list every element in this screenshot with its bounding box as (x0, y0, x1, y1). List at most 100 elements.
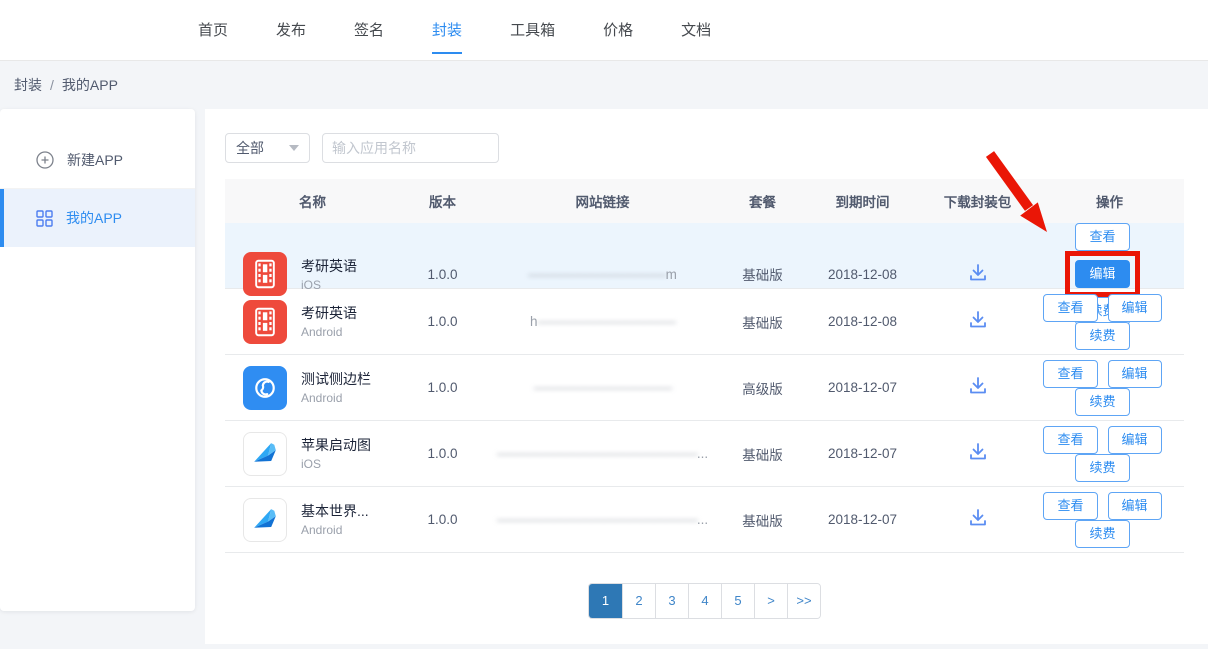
app-name-cell: 考研英语 Android (225, 300, 400, 344)
app-link-blurred: ————————————————... (485, 446, 720, 461)
last-page-button[interactable]: >> (787, 584, 820, 618)
app-version: 1.0.0 (400, 314, 485, 329)
download-icon[interactable] (967, 507, 989, 529)
breadcrumb: 封装 / 我的APP (0, 61, 1208, 109)
view-button[interactable]: 查看 (1043, 294, 1097, 322)
app-expiry-date: 2018-12-07 (805, 446, 920, 461)
col-header-package: 套餐 (720, 191, 805, 211)
edit-button[interactable]: 编辑 (1108, 492, 1162, 520)
search-input[interactable] (332, 140, 513, 156)
app-link-blurred: h——————————— (485, 314, 720, 329)
download-icon[interactable] (967, 375, 989, 397)
page-1-active[interactable]: 1 (589, 584, 622, 618)
view-button[interactable]: 查看 (1043, 492, 1097, 520)
app-version: 1.0.0 (400, 267, 485, 282)
chevron-down-icon (289, 145, 299, 151)
app-expiry-date: 2018-12-08 (805, 267, 920, 282)
nav-item-docs[interactable]: 文档 (681, 0, 711, 61)
download-icon[interactable] (967, 441, 989, 463)
view-button[interactable]: 查看 (1043, 426, 1097, 454)
app-platform: Android (301, 325, 357, 339)
app-package: 基础版 (720, 264, 805, 284)
app-package: 基础版 (720, 444, 805, 464)
app-link-blurred: ——————————— (485, 380, 720, 395)
col-header-actions: 操作 (1035, 191, 1184, 211)
renew-button[interactable]: 续费 (1075, 454, 1129, 482)
pagination: 1 2 3 4 5 > >> (588, 583, 821, 619)
app-title-block: 考研英语 iOS (301, 257, 357, 292)
sidebar-item-new-app[interactable]: 新建APP (0, 131, 195, 189)
download-cell (920, 441, 1035, 466)
app-name: 测试侧边栏 (301, 370, 371, 388)
download-icon[interactable] (967, 309, 989, 331)
nav-item-price[interactable]: 价格 (603, 0, 633, 61)
app-platform: Android (301, 391, 371, 405)
filter-select-value: 全部 (236, 138, 264, 158)
col-header-name: 名称 (225, 191, 400, 211)
edit-button[interactable]: 编辑 (1108, 294, 1162, 322)
edit-button-highlighted[interactable]: 编辑 (1075, 260, 1129, 288)
filter-select[interactable]: 全部 (225, 133, 310, 163)
app-name: 考研英语 (301, 304, 357, 322)
view-button[interactable]: 查看 (1043, 360, 1097, 388)
page-4[interactable]: 4 (688, 584, 721, 618)
pagination-wrap: 1 2 3 4 5 > >> (225, 583, 1184, 619)
app-platform: Android (301, 523, 369, 537)
col-header-version: 版本 (400, 191, 485, 211)
top-navbar: 首页 发布 签名 封装 工具箱 价格 文档 (0, 0, 1208, 61)
main-panel: 全部 名称 版本 网站链接 套餐 到期时间 下载封装包 操作 (205, 109, 1208, 644)
actions-cell: 查看编辑续费 (1035, 426, 1184, 482)
search-box (322, 133, 499, 163)
table-row: 苹果启动图 iOS 1.0.0 ————————————————... 基础版 … (225, 421, 1184, 487)
app-link-blurred: ————————————————... (485, 512, 720, 527)
film-app-icon (243, 300, 287, 344)
actions-cell: 查看编辑续费 (1035, 294, 1184, 350)
edit-button[interactable]: 编辑 (1108, 426, 1162, 454)
download-cell (920, 507, 1035, 532)
nav-item-toolbox[interactable]: 工具箱 (510, 0, 555, 61)
app-platform: iOS (301, 278, 357, 292)
table-row: 测试侧边栏 Android 1.0.0 ——————————— 高级版 2018… (225, 355, 1184, 421)
download-cell (920, 309, 1035, 334)
app-title-block: 考研英语 Android (301, 304, 357, 339)
app-name-cell: 苹果启动图 iOS (225, 432, 400, 476)
nav-item-home[interactable]: 首页 (198, 0, 228, 61)
page-5[interactable]: 5 (721, 584, 754, 618)
view-button[interactable]: 查看 (1075, 223, 1129, 251)
download-cell (920, 262, 1035, 287)
actions-cell: 查看编辑续费 (1035, 360, 1184, 416)
app-package: 基础版 (720, 510, 805, 530)
page-2[interactable]: 2 (622, 584, 655, 618)
col-header-download: 下载封装包 (920, 191, 1035, 211)
app-title-block: 苹果启动图 iOS (301, 436, 371, 471)
app-name-cell: 测试侧边栏 Android (225, 366, 400, 410)
plus-circle-icon (36, 151, 54, 169)
app-name-cell: 基本世界... Android (225, 498, 400, 542)
sidebar: 新建APP 我的APP (0, 109, 195, 611)
renew-button[interactable]: 续费 (1075, 520, 1129, 548)
breadcrumb-section[interactable]: 封装 (14, 75, 42, 95)
sidebar-item-label: 我的APP (66, 208, 122, 228)
app-name: 考研英语 (301, 257, 357, 275)
col-header-link: 网站链接 (485, 191, 720, 211)
next-page-button[interactable]: > (754, 584, 787, 618)
app-name-cell: 考研英语 iOS (225, 252, 400, 296)
bird-logo-app-icon (243, 432, 287, 476)
app-title-block: 测试侧边栏 Android (301, 370, 371, 405)
nav-item-package-active[interactable]: 封装 (432, 0, 462, 61)
nav-item-publish[interactable]: 发布 (276, 0, 306, 61)
nav-item-sign[interactable]: 签名 (354, 0, 384, 61)
breadcrumb-current: 我的APP (62, 75, 118, 95)
app-platform: iOS (301, 457, 371, 471)
edit-button[interactable]: 编辑 (1108, 360, 1162, 388)
table-row: 考研英语 Android 1.0.0 h——————————— 基础版 2018… (225, 289, 1184, 355)
download-icon[interactable] (967, 262, 989, 284)
actions-cell: 查看编辑续费 (1035, 492, 1184, 548)
download-cell (920, 375, 1035, 400)
app-name: 基本世界... (301, 502, 369, 520)
app-expiry-date: 2018-12-08 (805, 314, 920, 329)
renew-button[interactable]: 续费 (1075, 322, 1129, 350)
page-3[interactable]: 3 (655, 584, 688, 618)
renew-button[interactable]: 续费 (1075, 388, 1129, 416)
sidebar-item-my-app[interactable]: 我的APP (0, 189, 195, 247)
